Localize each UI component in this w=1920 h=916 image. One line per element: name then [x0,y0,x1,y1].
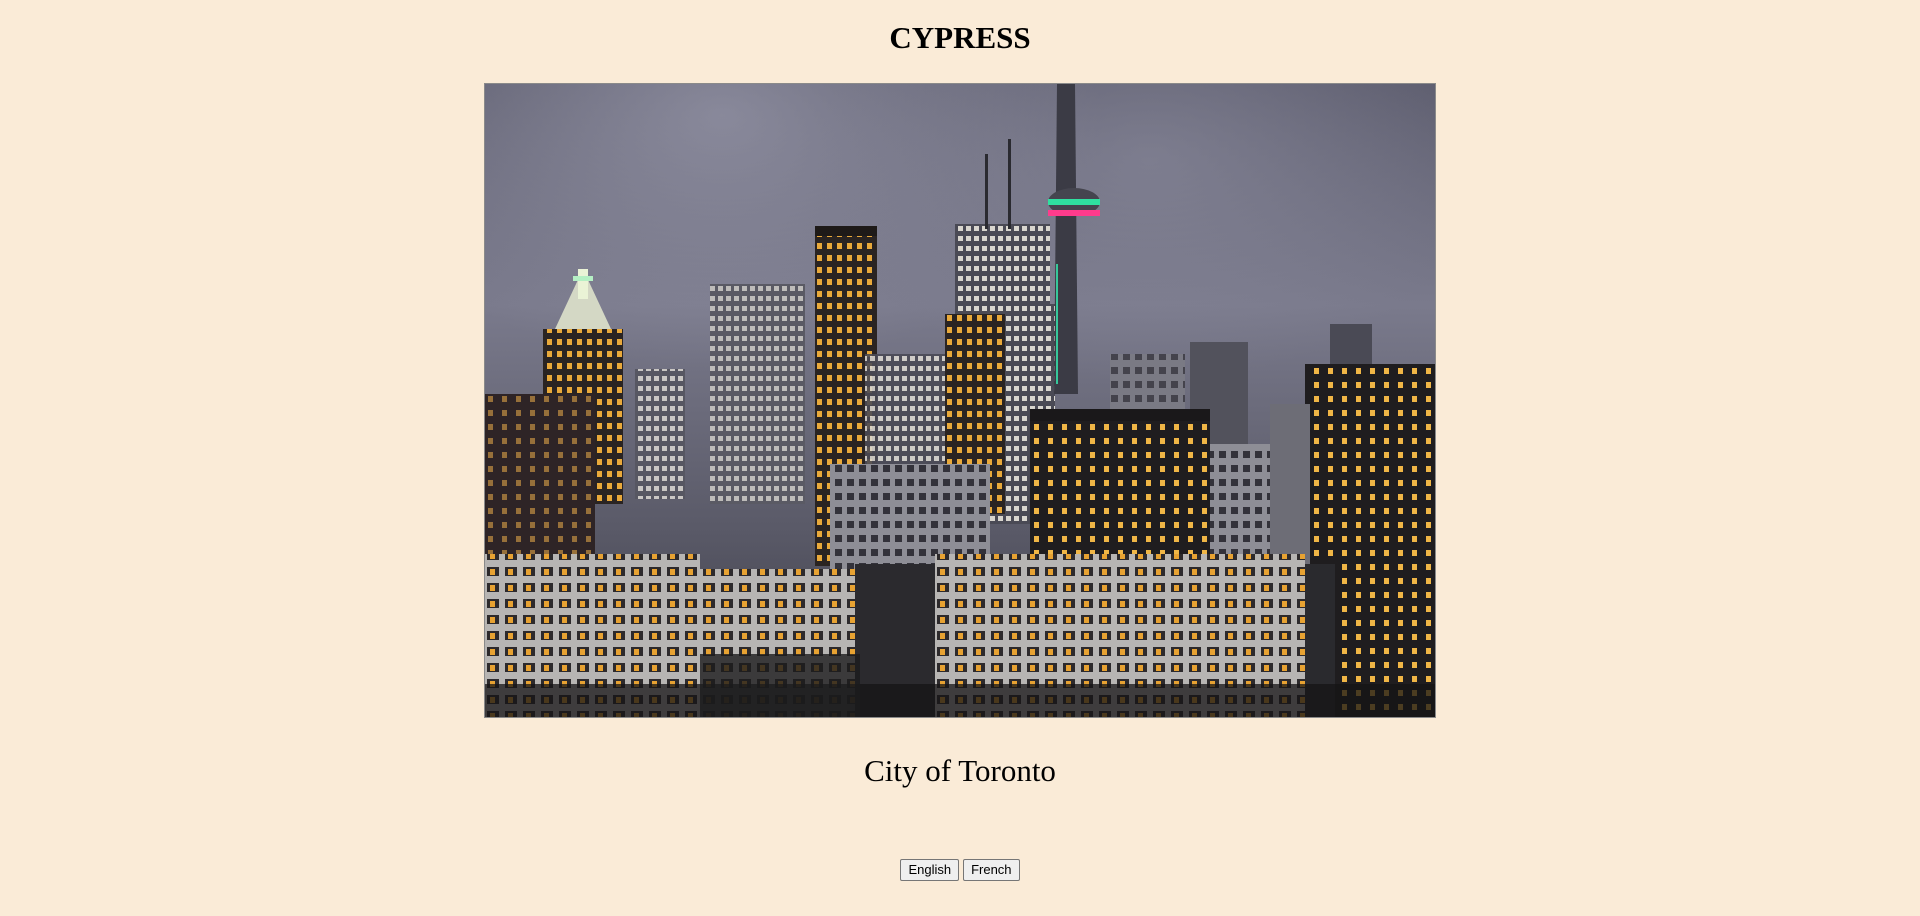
page: CYPRESS City of Toronto English French [0,0,1920,916]
city-photo [484,83,1436,718]
language-switcher: English French [0,859,1920,881]
page-title: CYPRESS [889,20,1031,55]
french-button[interactable]: French [963,859,1020,881]
image-caption: City of Toronto [864,753,1056,788]
english-button[interactable]: English [900,859,960,881]
